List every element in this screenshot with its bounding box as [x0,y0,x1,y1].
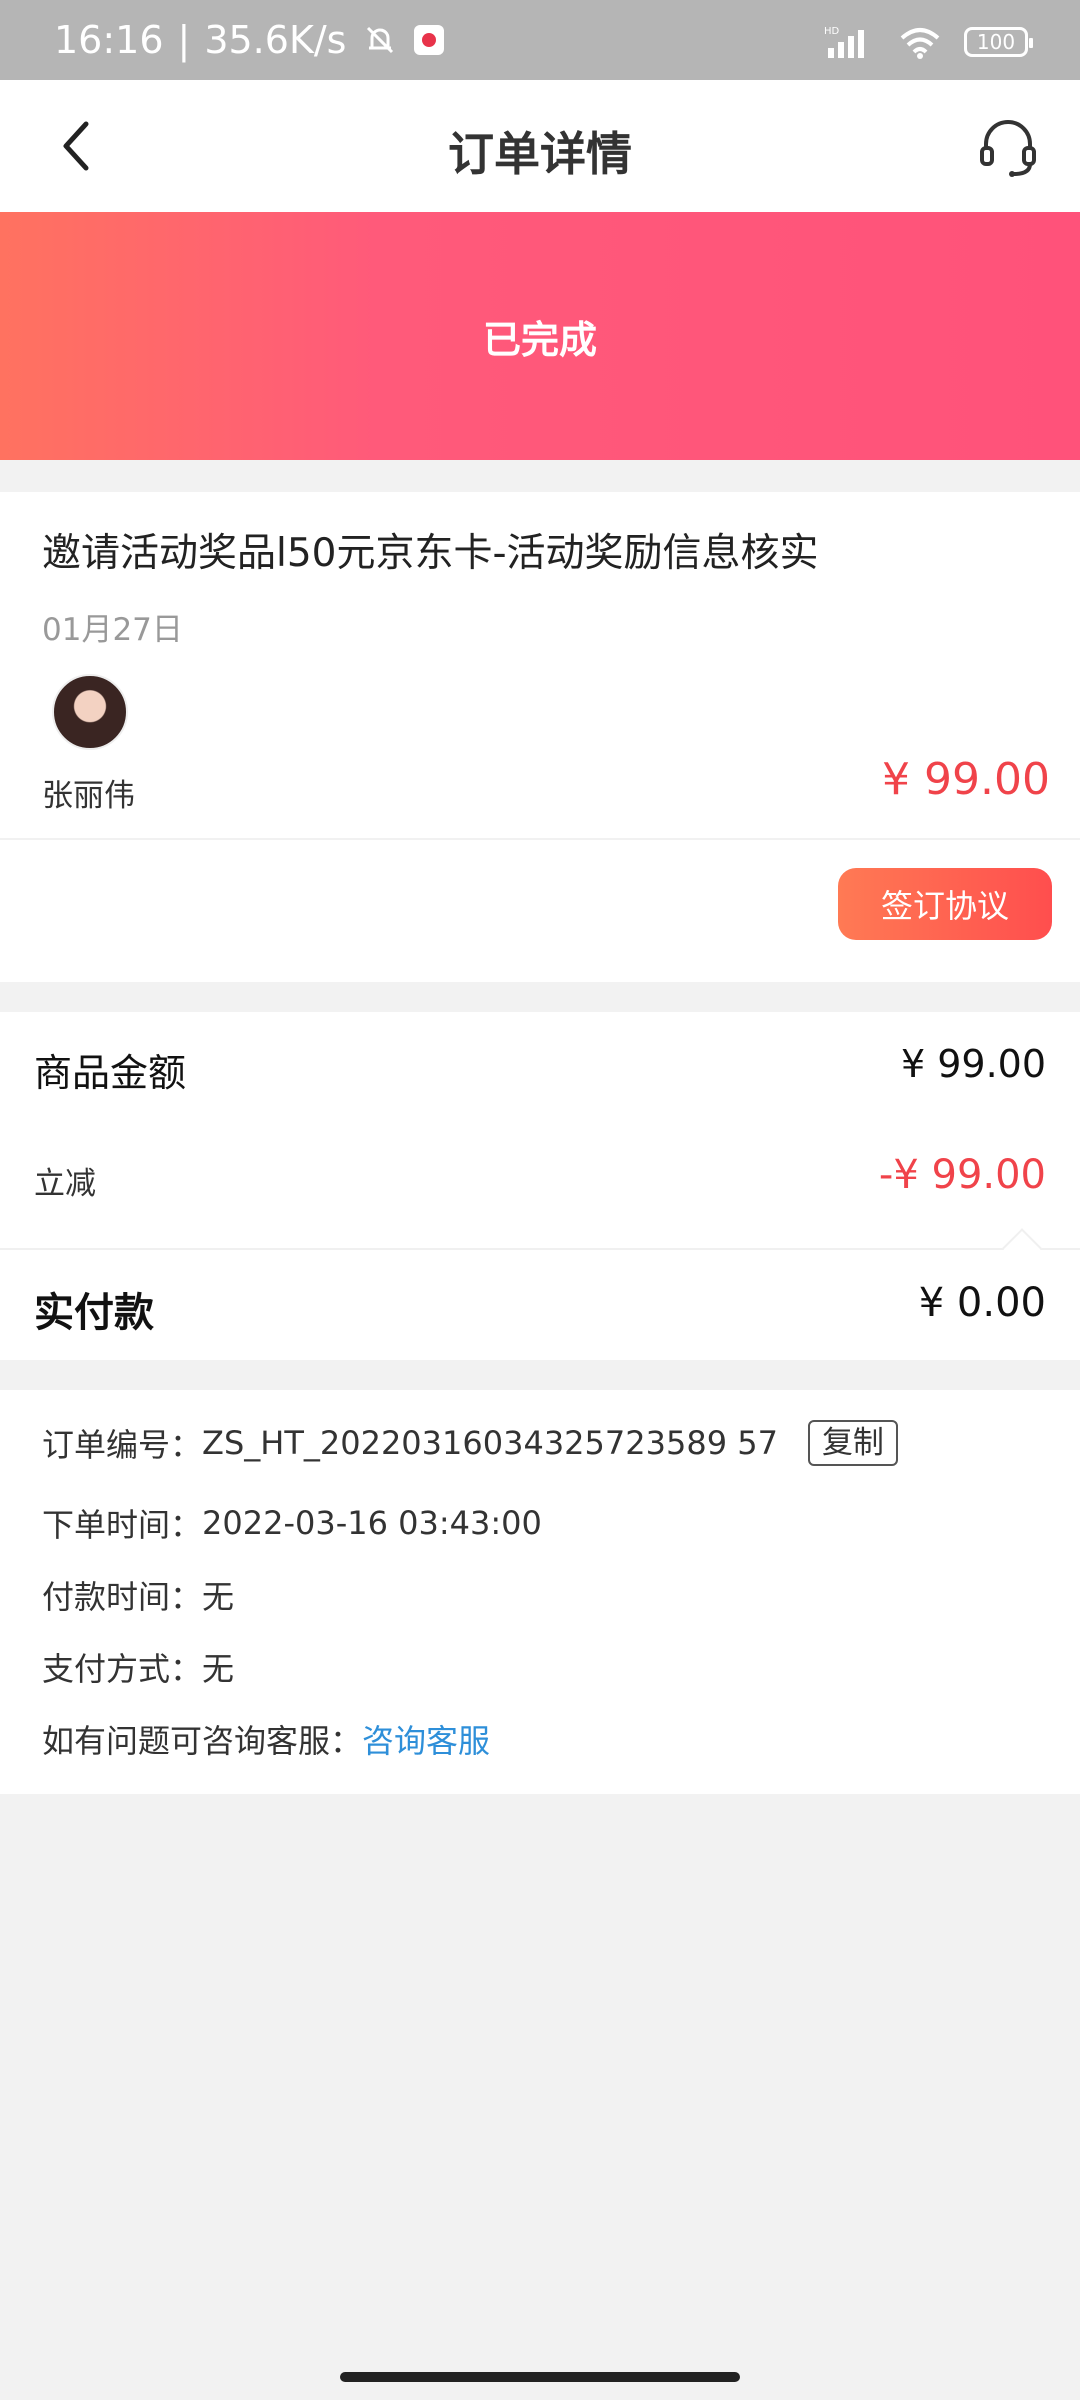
app-notification-icon [414,25,445,55]
author-name: 张丽伟 [42,778,135,814]
hd-label: HD [824,26,840,37]
order-status-text: 已完成 [482,317,597,362]
order-status-banner: 已完成 [0,212,1080,460]
pointer-caret [1002,1228,1042,1268]
product-title[interactable]: 邀请活动奖品l50元京东卡-活动奖励信息核实 [42,522,819,578]
contact-service-link[interactable]: 咨询客服 [362,1716,490,1762]
goods-amount-value: ¥ 99.00 [900,1042,1046,1086]
status-bar-right: HD 100 [824,20,1033,64]
order-number-label: 订单编号： [42,1426,203,1464]
product-card: 邀请活动奖品l50元京东卡-活动奖励信息核实 01月27日 张丽伟 ¥ 99.0… [0,492,1080,982]
headset-icon [980,120,1036,177]
pay-time-label: 付款时间： [42,1578,203,1616]
goods-amount-label: 商品金额 [34,1051,187,1095]
page-title: 订单详情 [448,127,632,181]
discount-label: 立减 [34,1166,96,1202]
nav-bar: 订单详情 [0,80,1080,212]
help-label: 如有问题可咨询客服： [42,1722,363,1760]
status-bar: 16:16 | 35.6K/s HD 100 [0,0,1080,80]
paid-amount-value: ¥ 0.00 [918,1280,1046,1326]
order-time-label: 下单时间： [42,1506,203,1544]
pay-method-row: 支付方式： 无 [42,1644,234,1690]
sign-agreement-button[interactable]: 签订协议 [838,868,1052,940]
pay-time-row: 付款时间： 无 [42,1572,234,1618]
author-avatar[interactable] [52,674,128,750]
order-number-row: 订单编号： ZS_HT_20220316034325723589 57 复制 [42,1420,898,1466]
copy-button[interactable]: 复制 [807,1420,898,1466]
product-date: 01月27日 [42,612,183,648]
order-number-value: ZS_HT_20220316034325723589 57 [202,1424,778,1462]
battery-icon: 100 [964,27,1033,57]
status-bar-left: 16:16 | 35.6K/s [54,18,445,62]
pay-time-value: 无 [202,1578,235,1616]
status-time: 16:16 [54,18,164,62]
customer-service-button[interactable] [972,112,1044,184]
pay-method-value: 无 [202,1650,235,1688]
paid-amount-label: 实付款 [34,1290,154,1336]
discount-value: -¥ 99.00 [878,1152,1046,1198]
order-time-row: 下单时间： 2022-03-16 03:43:00 [42,1500,542,1546]
wifi-icon [900,28,940,59]
help-row: 如有问题可咨询客服： 咨询客服 [42,1716,490,1762]
order-time-value: 2022-03-16 03:43:00 [202,1504,542,1542]
divider [0,838,1080,840]
order-info: 订单编号： ZS_HT_20220316034325723589 57 复制 下… [0,1390,1080,1794]
pay-method-label: 支付方式： [42,1650,203,1688]
network-speed: 35.6K/s [204,18,347,62]
status-separator: | [177,18,191,62]
signal-icon: HD [824,26,864,58]
divider [0,1248,1080,1250]
amount-summary: 商品金额 ¥ 99.00 立减 -¥ 99.00 实付款 ¥ 0.00 [0,1012,1080,1360]
product-price: ¥ 99.00 [882,754,1050,805]
battery-level: 100 [976,30,1016,54]
bell-muted-icon [367,26,394,54]
home-indicator[interactable] [340,2372,740,2382]
